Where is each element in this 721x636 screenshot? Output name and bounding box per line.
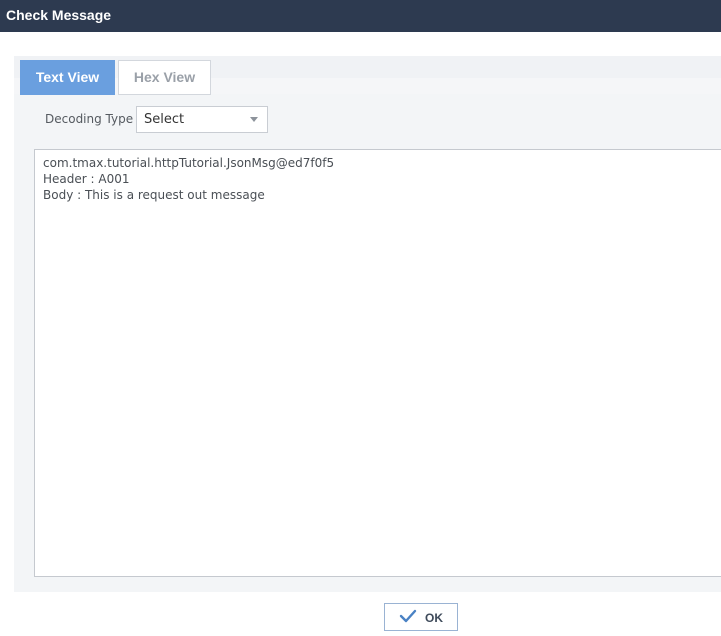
ok-button[interactable]: OK	[384, 603, 458, 631]
message-line: com.tmax.tutorial.httpTutorial.JsonMsg@e…	[43, 156, 335, 170]
dialog-title: Check Message	[6, 7, 112, 23]
dialog-titlebar: Check Message	[0, 0, 721, 32]
message-text-area[interactable]: com.tmax.tutorial.httpTutorial.JsonMsg@e…	[34, 149, 721, 577]
message-content: com.tmax.tutorial.httpTutorial.JsonMsg@e…	[43, 155, 334, 203]
message-line: Header : A001	[43, 172, 130, 186]
ok-button-label: OK	[425, 611, 443, 625]
decoding-type-select[interactable]: Select	[136, 106, 268, 133]
tab-hex-view[interactable]: Hex View	[118, 60, 211, 95]
chevron-down-icon	[250, 117, 258, 122]
message-line: Body : This is a request out message	[43, 188, 265, 202]
decoding-type-value: Select	[144, 112, 185, 127]
check-icon	[399, 609, 417, 623]
tab-text-view[interactable]: Text View	[20, 60, 115, 95]
decoding-type-label: Decoding Type	[45, 112, 134, 126]
